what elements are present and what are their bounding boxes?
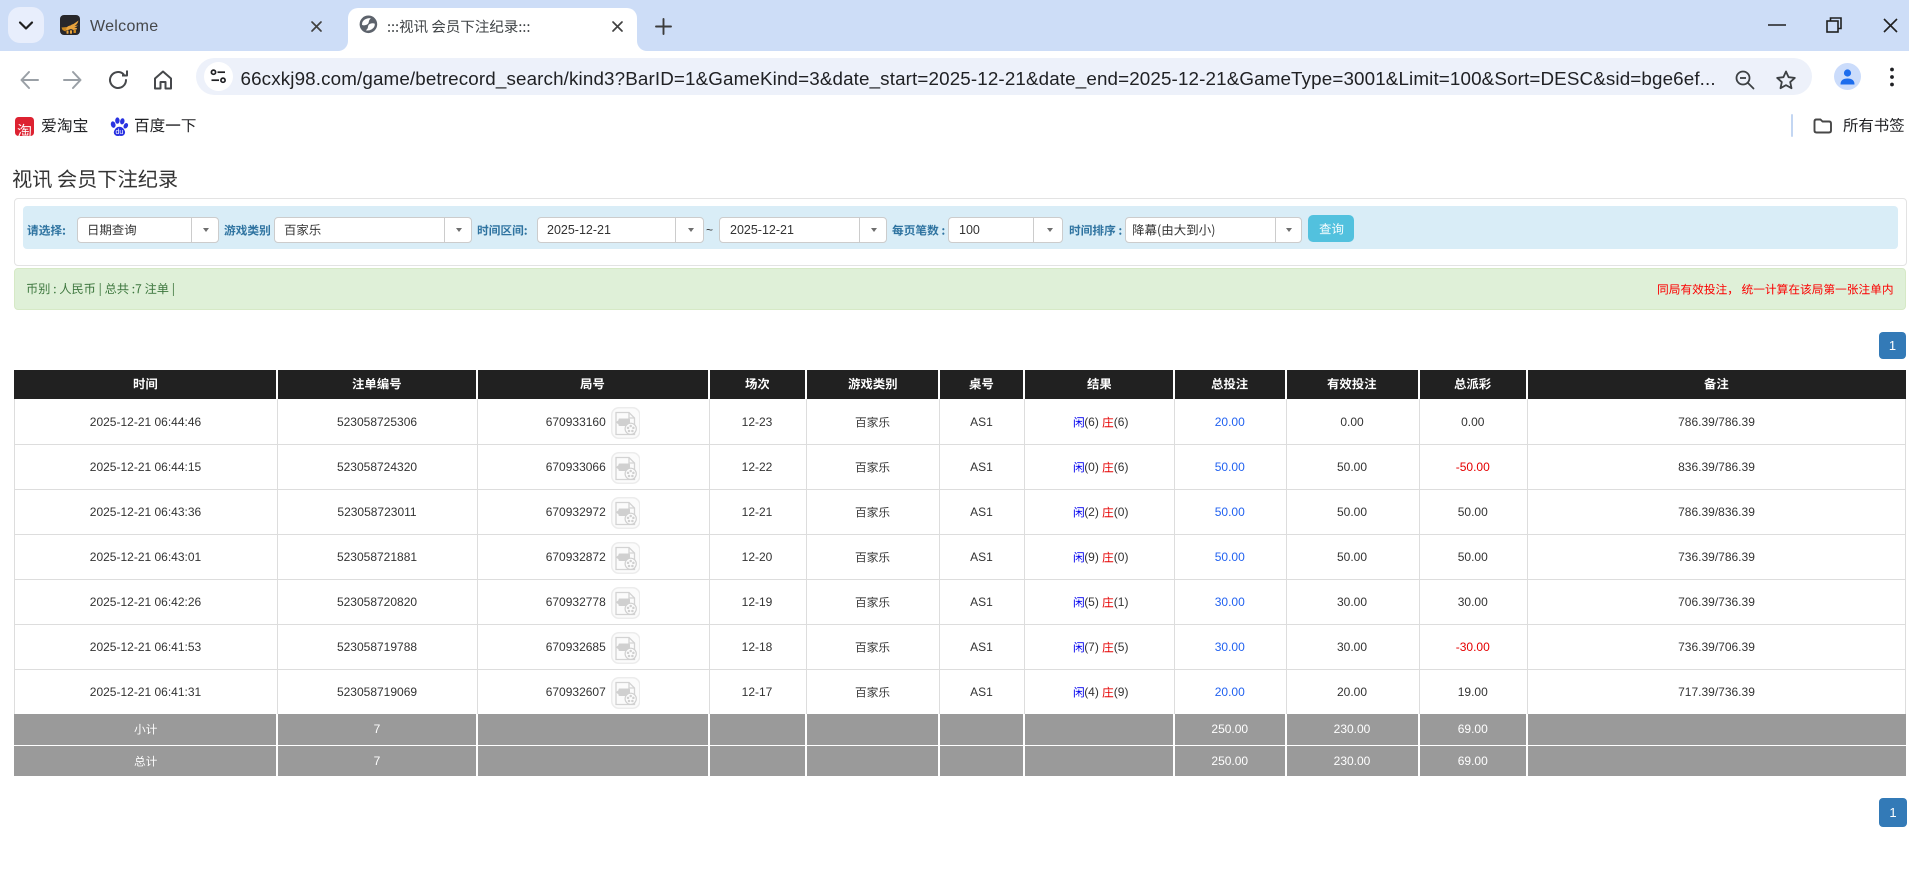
svg-text:du: du (116, 129, 124, 136)
